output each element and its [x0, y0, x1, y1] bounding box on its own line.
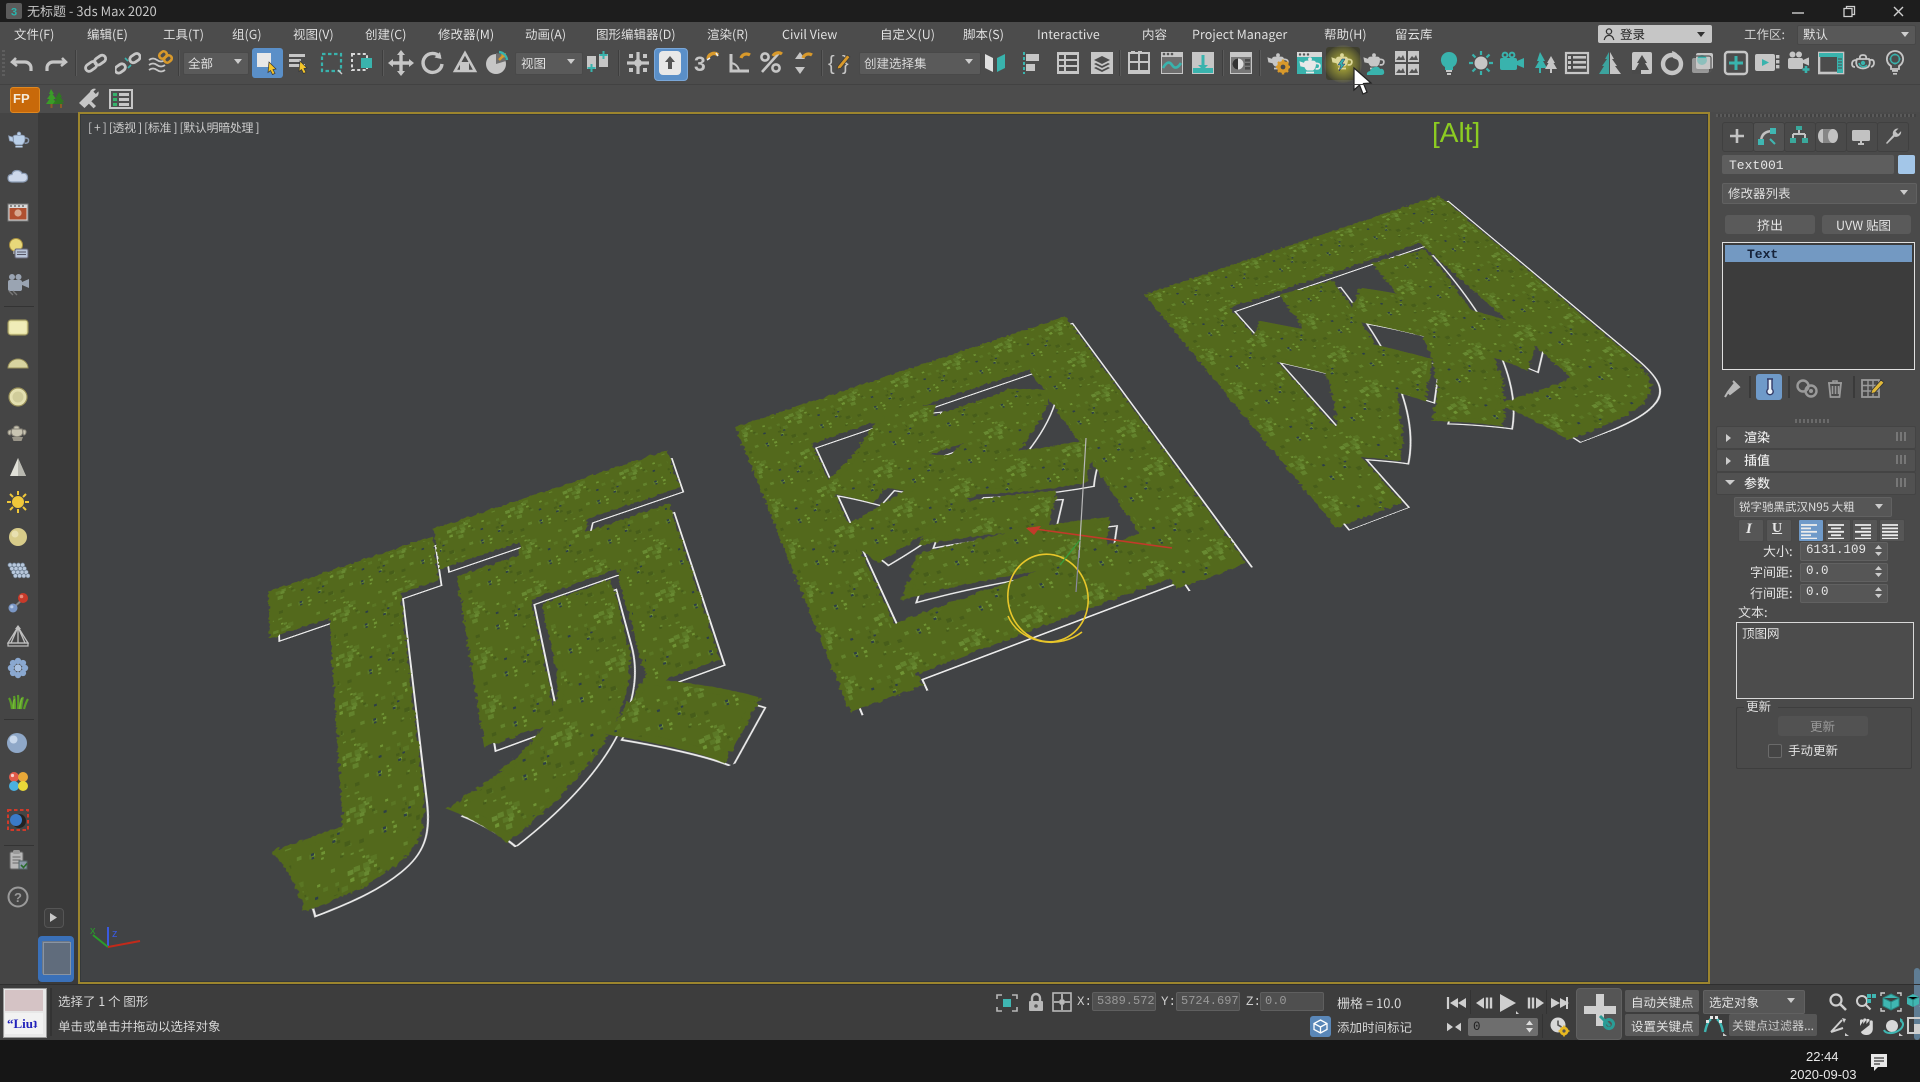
svg-text:3: 3	[694, 53, 706, 76]
svg-text:{: {	[828, 53, 835, 75]
svg-text:3: 3	[11, 7, 17, 19]
svg-text:?: ?	[14, 890, 22, 905]
svg-text:x: x	[90, 925, 96, 937]
svg-text:z: z	[112, 928, 118, 940]
